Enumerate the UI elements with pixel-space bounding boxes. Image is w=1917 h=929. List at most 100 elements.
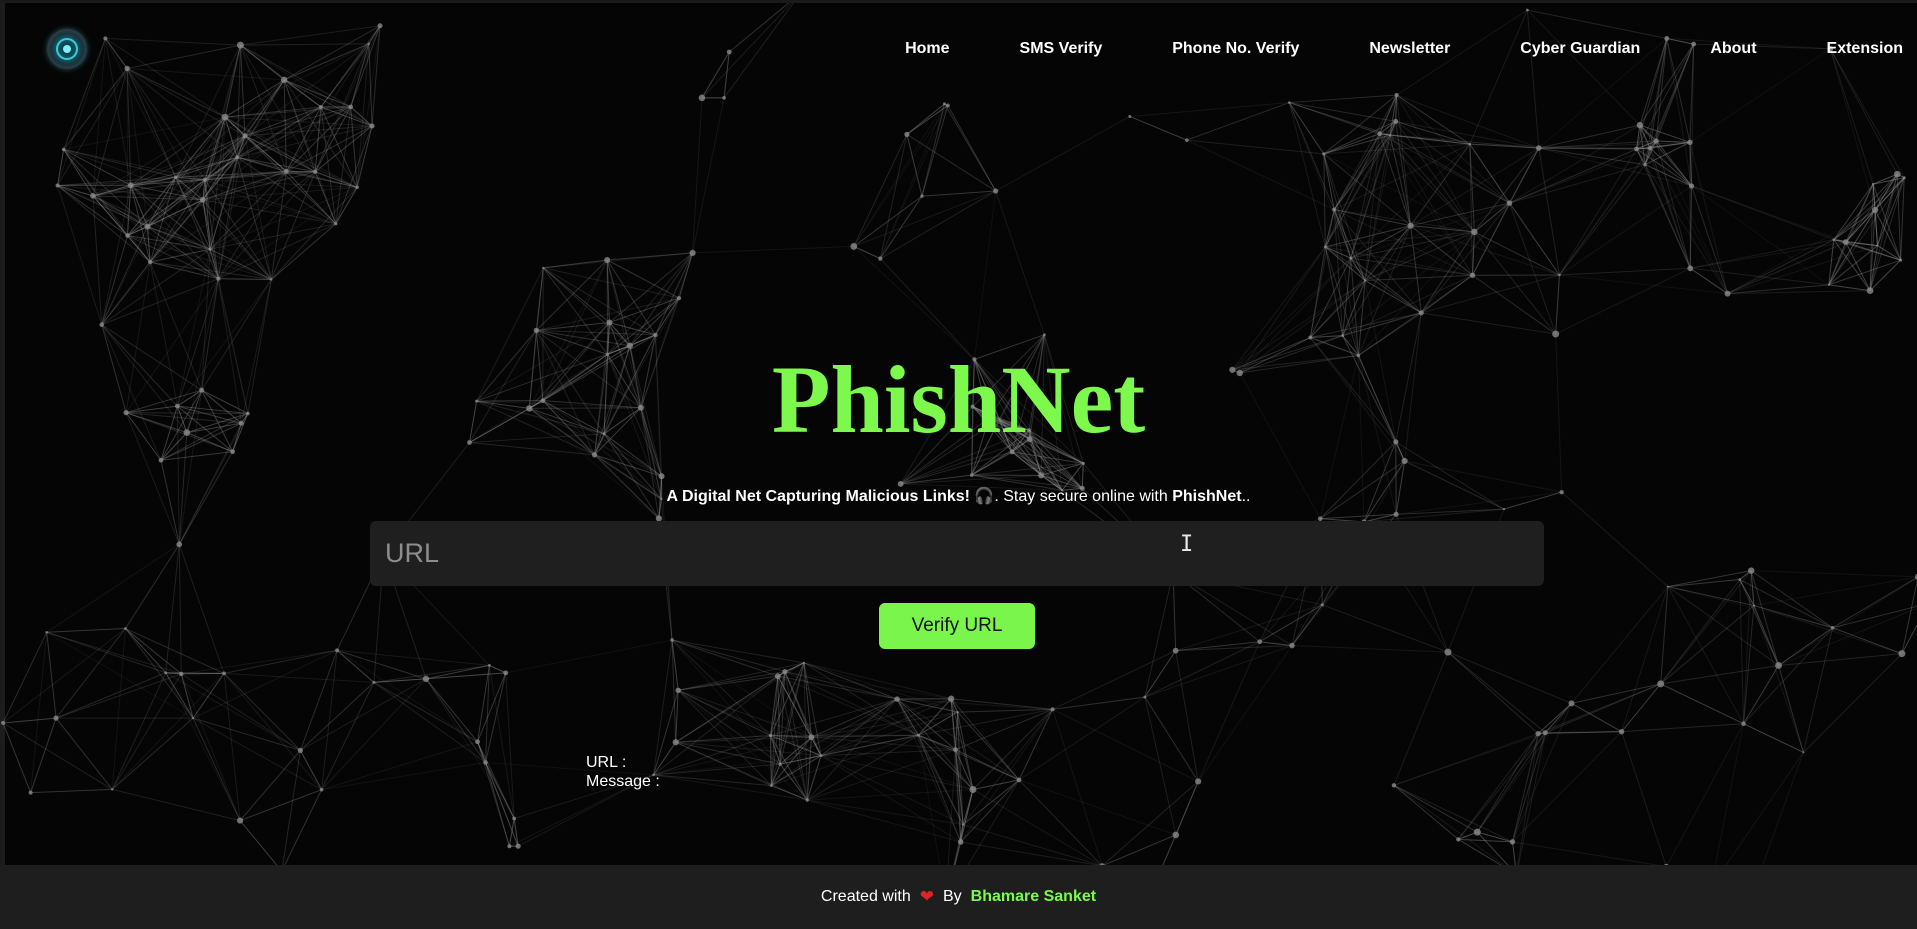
nav-phone-verify[interactable]: Phone No. Verify [1172,40,1299,58]
network-node [90,193,96,199]
network-line [607,252,693,355]
network-line [960,709,1054,843]
verify-url-button[interactable]: Verify URL [879,603,1035,649]
network-line [1527,9,1641,126]
network-line [1186,139,1335,211]
network-node [1687,139,1693,146]
headphones-icon: 🎧 [974,488,995,505]
network-node [961,823,965,826]
network-line [653,763,781,776]
network-line [1457,732,1546,840]
network-line [947,105,997,192]
network-line [1829,48,1905,178]
phishnet-logo-icon[interactable] [47,29,87,69]
nav-about[interactable]: About [1710,40,1756,58]
heart-icon: ❤ [919,887,934,906]
network-line [1288,102,1352,259]
network-line [675,741,772,787]
network-node [28,790,33,795]
network-node [512,816,517,821]
network-node [1535,145,1542,151]
network-node [45,630,49,634]
footer-author-link[interactable]: Bhamare Sanket [971,888,1096,906]
network-line [1656,140,1690,143]
network-line [1537,683,1661,735]
network-line [1660,605,1755,685]
network-line [1621,731,1667,865]
network-node [1185,138,1189,142]
network-line [104,38,128,69]
network-line [283,79,287,172]
network-node [1509,839,1516,845]
network-line [1018,779,1177,836]
network-node [672,739,679,746]
network-node [236,41,244,49]
network-line [1102,781,1199,865]
network-line [1828,259,1901,286]
network-node [1636,121,1644,129]
network-line [1753,576,1917,607]
network-line [879,103,945,259]
network-line [224,672,374,683]
network-line [701,0,795,99]
network-line [653,755,822,776]
network-line [1396,94,1539,149]
network-line [55,672,166,719]
network-line [210,223,336,250]
network-line [1393,784,1459,840]
url-input[interactable] [370,521,1544,586]
network-line [1364,225,1412,281]
nav-cyber-guardian[interactable]: Cyber Guardian [1520,40,1640,58]
network-line [1186,139,1324,155]
network-node [199,196,206,203]
network-node [507,844,512,849]
network-line [784,671,898,700]
network-line [1052,708,1199,782]
network-node [802,661,806,664]
network-node [1471,228,1478,236]
network-node [542,266,545,269]
network-node [1172,647,1179,654]
network-line [1447,651,1572,704]
nav-sms-verify[interactable]: SMS Verify [1020,40,1103,58]
network-line [1052,650,1176,710]
network-line [1753,605,1804,753]
nav-newsletter[interactable]: Newsletter [1369,40,1450,58]
network-line [224,45,241,118]
nav-home[interactable]: Home [905,40,949,58]
network-node [1643,162,1647,167]
network-line [477,672,507,742]
network-line [1667,586,1744,724]
network-node [1320,603,1324,607]
network-node [698,94,706,102]
network-line [1144,572,1174,698]
network-node [334,222,338,226]
network-line [1778,607,1917,666]
network-line [629,252,693,347]
network-line [1197,645,1293,782]
network-node [99,322,105,327]
network-line [853,246,975,360]
network-line [1469,9,1528,145]
network-line [803,662,952,700]
network-line [270,171,287,280]
nav-extension[interactable]: Extension [1827,40,1903,58]
network-node [355,185,359,190]
network-line [770,735,772,786]
network-node [147,259,153,265]
network-line [1363,508,1505,523]
network-line [1144,641,1260,698]
network-line [180,673,241,821]
network-line [962,789,974,825]
network-node [1401,457,1408,465]
network-node [1323,245,1327,249]
network-line [57,68,128,186]
network-line [240,43,369,46]
network-node [1552,330,1560,338]
network-node [1393,511,1399,517]
network-node [61,147,66,152]
network-line [1778,653,1902,666]
network-node [1647,145,1653,151]
network-node [689,249,696,257]
network-node [1657,680,1665,688]
